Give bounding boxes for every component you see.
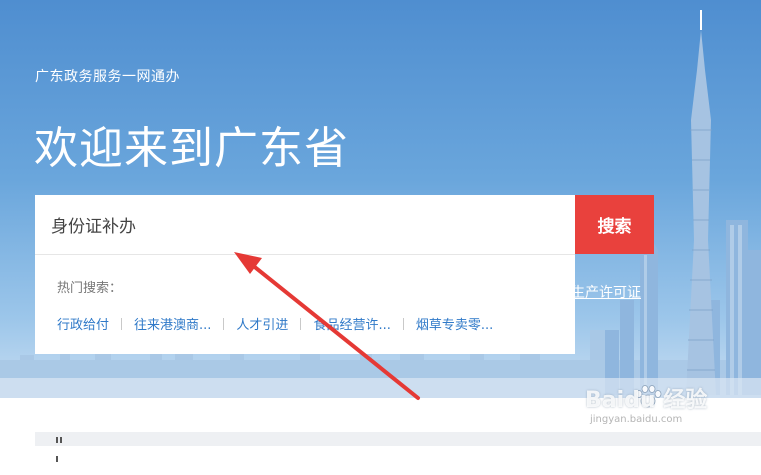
portal-subtitle: 广东政务服务一网通办 (35, 69, 180, 85)
hot-search-list: 行政给付 往来港澳商... 人才引进 食品经营许... 烟草专卖零... (57, 314, 493, 333)
divider (300, 317, 302, 330)
hot-search-item[interactable]: 往来港澳商... (134, 314, 211, 333)
hot-search-item[interactable]: 人才引进 (236, 314, 288, 333)
grid-icon (56, 437, 66, 462)
hot-search-label: 热门搜索： (57, 281, 123, 296)
watermark-url: jingyan.baidu.com (590, 414, 683, 425)
divider (121, 317, 123, 330)
hot-search-dropdown: 热门搜索： 行政给付 往来港澳商... 人才引进 食品经营许... 烟草专卖零.… (35, 254, 575, 354)
hot-search-item[interactable]: 行政给付 (57, 314, 109, 333)
page-title: 欢迎来到广东省 (34, 123, 349, 174)
search-button[interactable]: 搜索 (575, 195, 654, 254)
divider (223, 317, 225, 330)
partial-service-link[interactable]: 生产许可证 (571, 282, 641, 302)
search-input[interactable] (35, 195, 575, 254)
hot-search-item[interactable]: 烟草专卖零... (416, 314, 493, 333)
hot-search-item[interactable]: 食品经营许... (313, 314, 390, 333)
divider (402, 317, 404, 330)
content-section-edge (35, 432, 761, 446)
baidu-jingyan-watermark: Baidu 经验 (585, 388, 708, 413)
